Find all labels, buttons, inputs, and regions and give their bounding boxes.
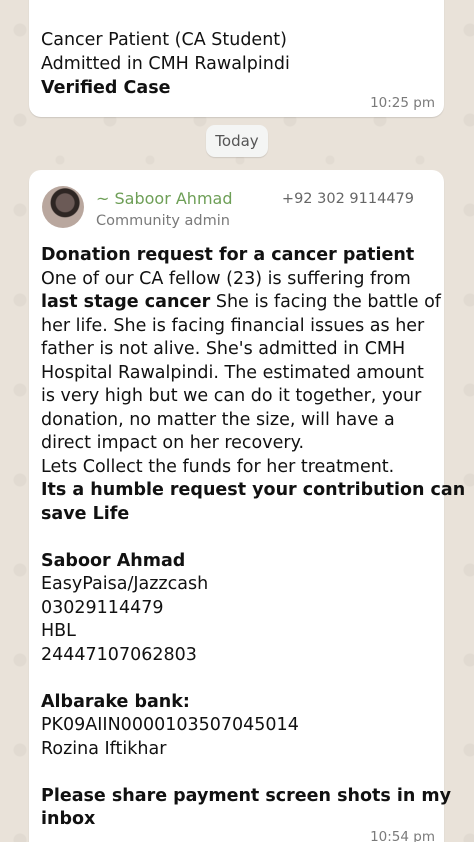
text-run: direct impact on her recovery. [41, 433, 305, 453]
message-bubble-previous[interactable]: Contact no 03165246424Cancer Patient (CA… [29, 0, 444, 117]
message-time: 10:25 pm [370, 95, 435, 111]
message-line: Albarake bank: [41, 691, 441, 715]
text-run: Hospital Rawalpindi. The estimated amoun… [41, 362, 424, 383]
avatar[interactable] [42, 186, 84, 228]
sender-role: Community admin [96, 213, 230, 229]
message-line: EasyPaisa/Jazzcash [41, 573, 441, 597]
text-run: 24447107062803 [41, 644, 197, 665]
message-line: Lets Collect the funds for her treatment… [41, 456, 441, 480]
message-line: One of our CA fellow (23) is suffering f… [41, 268, 441, 292]
bold-text: inbox [41, 809, 96, 829]
message-line: Its a humble request your contribution c… [41, 479, 465, 503]
message-line: save Life [41, 503, 441, 527]
bold-text: Please share payment screen shots in my [41, 785, 452, 806]
message-line: Donation request for a cancer patient [41, 244, 441, 268]
bold-text: Donation request for a cancer patient [41, 245, 415, 265]
message-text: Donation request for a cancer patient One… [41, 244, 465, 832]
sender-phone: +92 302 9114479 [281, 191, 414, 207]
message-line: 03029114479 [41, 597, 441, 621]
text-run: She is facing the battle of [210, 292, 441, 312]
text-run: HBL [41, 621, 76, 641]
date-divider: Today [206, 125, 268, 157]
text-run: father is not alive. She's admitted in C… [41, 339, 406, 359]
message-line: last stage cancer She is facing the batt… [41, 291, 441, 315]
text-run: PK09AIIN0000103507045014 [41, 715, 299, 735]
message-line: inbox [41, 808, 441, 832]
text-run: One of our CA fellow (23) is suffering f… [41, 268, 411, 289]
message-time: 10:54 pm [370, 829, 435, 842]
message-line: Hospital Rawalpindi. The estimated amoun… [41, 362, 441, 386]
bold-text: save Life [41, 503, 130, 524]
message-bubble[interactable]: ~ Saboor Ahmad Community admin +92 302 9… [29, 170, 465, 842]
message-line: 24447107062803 [41, 644, 441, 668]
text-run: donation, no matter the size, will have … [41, 409, 395, 430]
message-text: Contact no 03165246424Cancer Patient (CA… [41, 0, 432, 100]
message-line: Cancer Patient (CA Student) [41, 30, 287, 50]
text-run: is very high but we can do it together, … [41, 386, 422, 406]
message-line: Rozina Iftikhar [41, 738, 441, 762]
message-line: PK09AIIN0000103507045014 [41, 714, 441, 738]
text-run: EasyPaisa/Jazzcash [41, 574, 209, 594]
text-run: Rozina Iftikhar [41, 738, 167, 759]
message-line: her life. She is facing financial issues… [41, 315, 441, 339]
message-line: Saboor Ahmad [41, 550, 441, 574]
bold-text: Albarake bank: [41, 691, 190, 712]
message-line: Admitted in CMH Rawalpindi [41, 54, 290, 74]
message-line: direct impact on her recovery. [41, 432, 441, 456]
bold-text: last stage cancer [41, 292, 211, 312]
message-line: is very high but we can do it together, … [41, 385, 441, 409]
message-line: HBL [41, 620, 441, 644]
bold-text: Its a humble request your contribution c… [41, 480, 466, 500]
message-line: father is not alive. She's admitted in C… [41, 338, 441, 362]
text-run: 03029114479 [41, 597, 164, 618]
message-line: donation, no matter the size, will have … [41, 409, 441, 433]
bold-text: Saboor Ahmad [41, 550, 186, 571]
text-run: her life. She is facing financial issues… [41, 315, 425, 336]
sender-name[interactable]: ~ Saboor Ahmad [96, 189, 232, 208]
message-line: Please share payment screen shots in my [41, 785, 451, 809]
text-run: Lets Collect the funds for her treatment… [41, 456, 395, 477]
